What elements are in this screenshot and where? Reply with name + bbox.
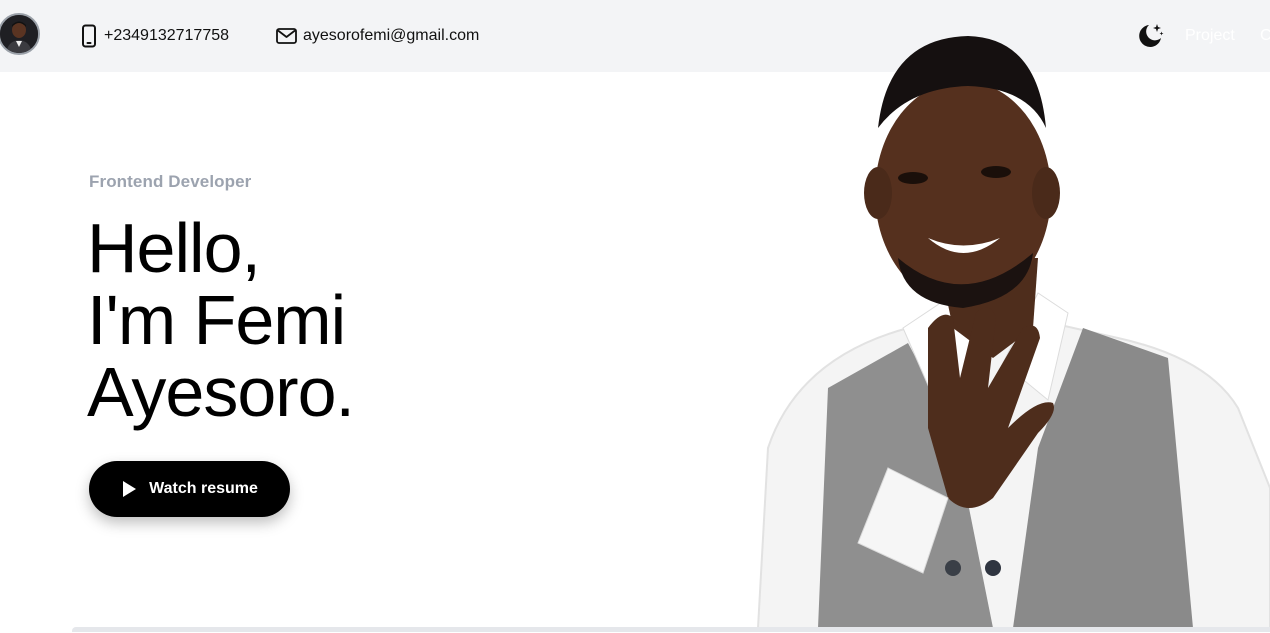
headline-line-3: Ayesoro. — [87, 353, 355, 431]
play-icon — [121, 480, 137, 498]
phone-contact[interactable]: +2349132717758 — [80, 24, 229, 48]
email-address: ayesorofemi@gmail.com — [303, 27, 480, 44]
headline-line-1: Hello, — [87, 209, 261, 287]
watch-resume-label: Watch resume — [149, 480, 258, 497]
mail-icon — [276, 27, 297, 45]
hero-role: Frontend Developer — [89, 172, 252, 191]
email-contact[interactable]: ayesorofemi@gmail.com — [276, 24, 479, 48]
hero-portrait — [738, 28, 1270, 629]
next-section-edge — [72, 627, 1270, 632]
avatar[interactable] — [0, 13, 40, 55]
phone-icon — [80, 24, 98, 48]
watch-resume-button[interactable]: Watch resume — [89, 461, 290, 517]
phone-number: +2349132717758 — [104, 27, 230, 44]
hero-headline: Hello, I'm Femi Ayesoro. — [87, 209, 355, 431]
headline-line-2: I'm Femi — [87, 281, 346, 359]
